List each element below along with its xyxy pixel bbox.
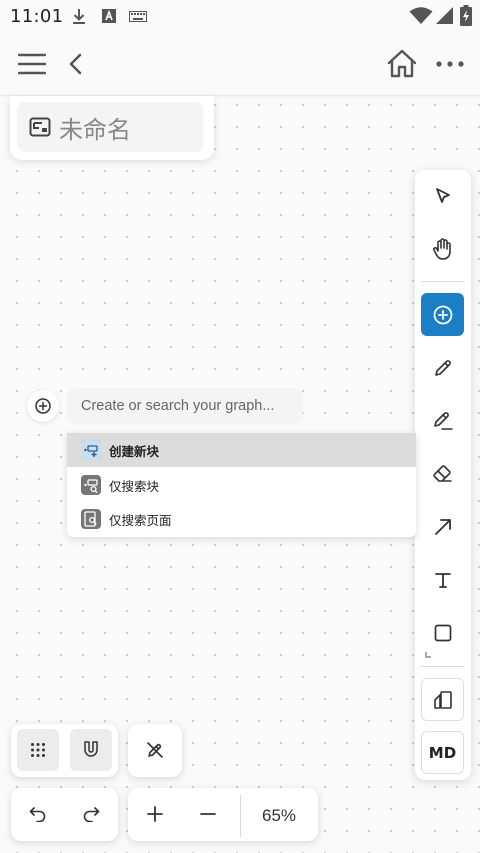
toolbar-separator	[421, 666, 465, 667]
wifi-icon	[409, 7, 433, 25]
dropdown-item-create-block[interactable]: 创建新块	[67, 433, 416, 467]
status-bar: 11:01	[0, 0, 480, 32]
highlighter-icon	[432, 411, 454, 431]
canvas-options-panel	[11, 724, 118, 777]
eraser-tool-button[interactable]	[421, 452, 464, 495]
pen-tool-button[interactable]	[421, 346, 464, 389]
snap-magnet-icon	[83, 741, 99, 759]
dropdown-item-label: 创建新块	[109, 443, 160, 459]
back-icon	[68, 53, 82, 75]
zoom-out-icon	[200, 812, 216, 816]
menu-button[interactable]	[14, 46, 50, 82]
text-tool-button[interactable]	[421, 558, 464, 601]
page-title-card: 未命名	[10, 96, 214, 160]
square-icon	[434, 624, 452, 642]
new-block-icon	[81, 440, 101, 460]
search-input[interactable]	[67, 388, 303, 424]
zoom-in-button[interactable]	[134, 793, 176, 835]
markdown-label: MD	[428, 743, 457, 762]
undo-icon	[29, 806, 47, 822]
more-icon	[436, 61, 464, 67]
download-icon	[72, 8, 86, 26]
pen-mode-button[interactable]	[134, 729, 176, 771]
shapes-icon	[432, 689, 454, 711]
grid-toggle-button[interactable]	[17, 729, 59, 771]
frame-icon	[29, 117, 51, 137]
dropdown-item-label: 仅搜索块	[109, 478, 160, 494]
add-tool-button[interactable]	[421, 293, 464, 336]
select-tool-button[interactable]	[421, 174, 464, 217]
dropdown-item-search-pages[interactable]: 仅搜索页面	[67, 502, 416, 536]
dropdown-item-label: 仅搜索页面	[109, 512, 172, 528]
markdown-button[interactable]: MD	[421, 731, 464, 774]
eraser-icon	[432, 464, 454, 484]
home-icon	[387, 49, 417, 79]
highlighter-tool-button[interactable]	[421, 399, 464, 442]
undo-button[interactable]	[17, 793, 59, 835]
submenu-corner-icon	[425, 652, 431, 658]
more-button[interactable]	[432, 46, 468, 82]
arrow-tool-button[interactable]	[421, 505, 464, 548]
zoom-panel: 65%	[128, 788, 318, 841]
search-results-dropdown: 创建新块 仅搜索块 仅搜索页面	[67, 433, 416, 537]
pan-tool-button[interactable]	[421, 227, 464, 270]
grid-icon	[30, 742, 46, 758]
search-page-icon	[81, 509, 101, 529]
shapes-panel-button[interactable]	[421, 678, 464, 721]
snap-toggle-button[interactable]	[70, 729, 112, 771]
zoom-in-icon	[147, 806, 163, 822]
page-title: 未命名	[59, 115, 131, 144]
home-button[interactable]	[384, 46, 420, 82]
right-toolbar: MD	[415, 170, 471, 780]
page-title-field[interactable]: 未命名	[17, 102, 203, 152]
add-node-button[interactable]	[27, 390, 59, 422]
app-header	[0, 32, 480, 96]
shape-tool-button[interactable]	[421, 611, 464, 658]
keyboard-icon	[129, 11, 147, 22]
zoom-out-button[interactable]	[187, 793, 229, 835]
text-icon	[434, 571, 452, 589]
plus-circle-icon	[432, 304, 454, 326]
history-panel	[11, 788, 118, 841]
signal-icon	[436, 7, 454, 25]
status-time: 11:01	[10, 6, 64, 27]
a-notification-icon	[101, 8, 117, 24]
toolbar-separator	[421, 281, 465, 282]
redo-icon	[82, 806, 100, 822]
cursor-icon	[433, 186, 453, 206]
pen-mode-panel	[128, 724, 182, 777]
hand-icon	[432, 237, 454, 261]
search-block-icon	[81, 475, 101, 495]
back-button[interactable]	[57, 46, 93, 82]
dropdown-item-search-blocks[interactable]: 仅搜索块	[67, 468, 416, 502]
arrow-icon	[433, 517, 453, 537]
zoom-level[interactable]: 65%	[240, 788, 318, 844]
pen-off-icon	[145, 740, 165, 760]
plus-circle-icon	[34, 397, 52, 415]
menu-icon	[18, 53, 46, 75]
redo-button[interactable]	[70, 793, 112, 835]
battery-charging-icon	[460, 5, 472, 26]
pencil-icon	[433, 358, 453, 378]
